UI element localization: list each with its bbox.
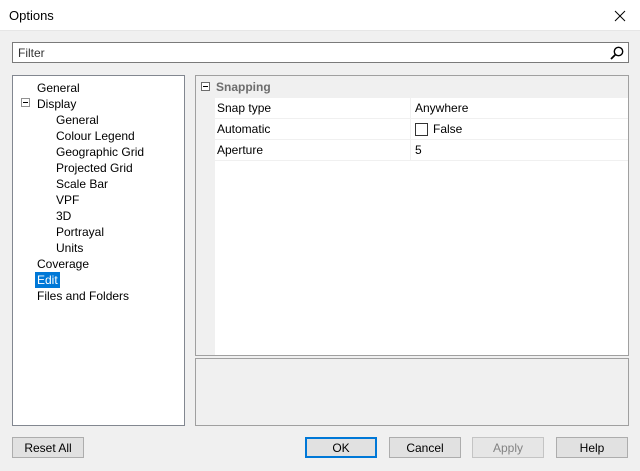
cancel-button[interactable]: Cancel (389, 437, 461, 458)
tree-item-3d[interactable]: 3D (54, 208, 73, 224)
tree-item-scale-bar[interactable]: Scale Bar (54, 176, 110, 192)
reset-all-button[interactable]: Reset All (12, 437, 84, 458)
ok-button[interactable]: OK (305, 437, 377, 458)
tree-item-colour-legend[interactable]: Colour Legend (54, 128, 137, 144)
tree-item-portrayal[interactable]: Portrayal (54, 224, 106, 240)
property-grid: Snapping Snap type Anywhere Automatic Fa… (195, 75, 629, 356)
collapse-icon[interactable] (201, 82, 210, 91)
tree-item-vpf[interactable]: VPF (54, 192, 81, 208)
property-value[interactable]: 5 (412, 140, 628, 160)
property-row-automatic[interactable]: Automatic False (215, 119, 628, 140)
search-icon[interactable] (609, 45, 625, 61)
property-value[interactable]: Anywhere (412, 98, 628, 118)
title-bar: Options (0, 0, 640, 31)
automatic-checkbox[interactable] (415, 123, 428, 136)
display-collapse-icon[interactable] (21, 98, 30, 107)
tree-item-display[interactable]: Display (35, 96, 78, 112)
checkbox-label: False (433, 122, 463, 136)
property-value[interactable]: False (412, 119, 628, 139)
tree-item-coverage[interactable]: Coverage (35, 256, 91, 272)
property-name: Snap type (215, 98, 411, 118)
property-name: Aperture (215, 140, 411, 160)
category-row-snapping[interactable]: Snapping (196, 76, 628, 98)
description-panel (195, 358, 629, 426)
property-name: Automatic (215, 119, 411, 139)
tree-item-general[interactable]: General (35, 80, 82, 96)
filter-input[interactable] (13, 43, 603, 62)
close-icon (614, 10, 626, 21)
property-row-snap-type[interactable]: Snap type Anywhere (215, 98, 628, 119)
tree-item-geographic-grid[interactable]: Geographic Grid (54, 144, 146, 160)
apply-button[interactable]: Apply (472, 437, 544, 458)
tree-item-projected-grid[interactable]: Projected Grid (54, 160, 135, 176)
grid-gutter (196, 76, 215, 355)
window-title: Options (9, 8, 54, 23)
close-button[interactable] (600, 0, 640, 31)
category-label: Snapping (216, 80, 271, 94)
category-tree[interactable]: General Display General Colour Legend Ge… (12, 75, 185, 426)
tree-item-display-general[interactable]: General (54, 112, 101, 128)
filter-box (12, 42, 629, 63)
tree-item-units[interactable]: Units (54, 240, 85, 256)
tree-item-edit[interactable]: Edit (35, 272, 60, 288)
help-button[interactable]: Help (556, 437, 628, 458)
tree-item-files-and-folders[interactable]: Files and Folders (35, 288, 131, 304)
property-row-aperture[interactable]: Aperture 5 (215, 140, 628, 161)
